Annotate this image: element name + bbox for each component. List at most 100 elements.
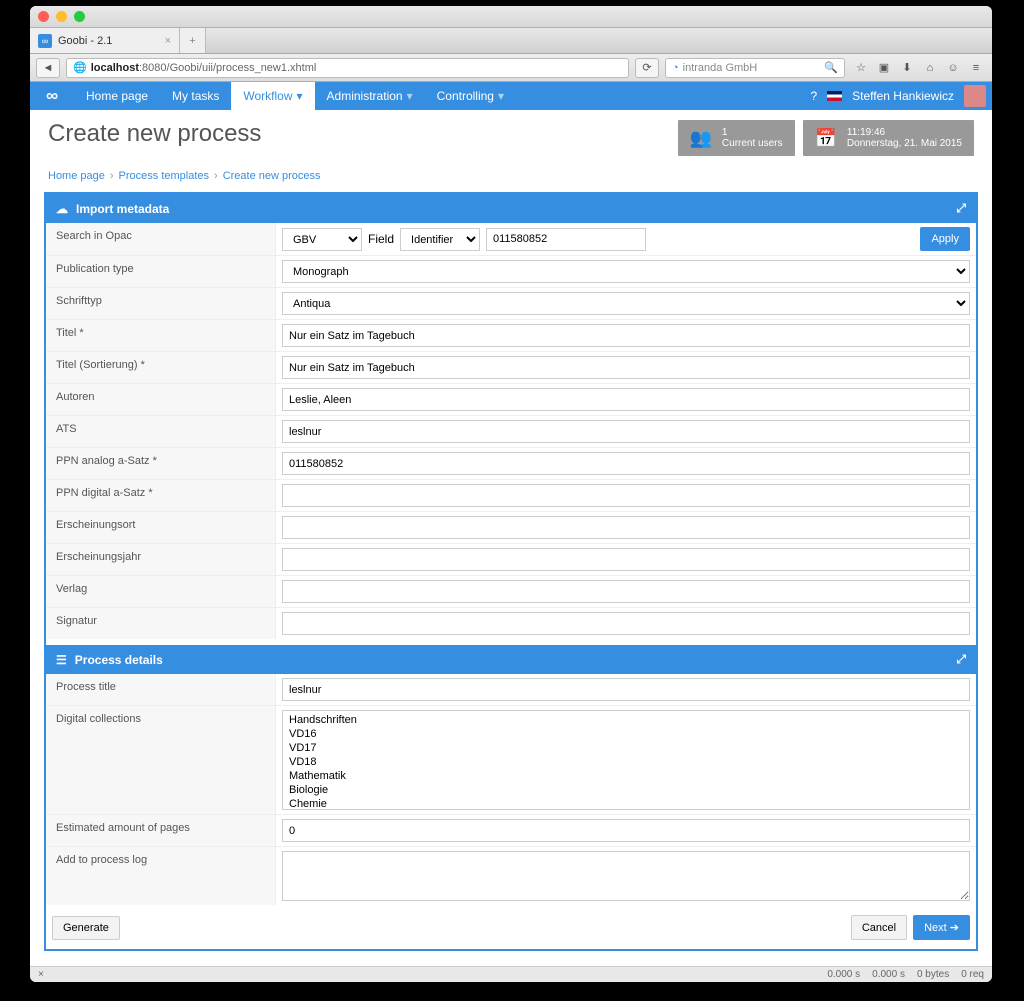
search-icon: 🔍	[824, 61, 838, 74]
datetime-box: 📅 11:19:46 Donnerstag, 21. Mai 2015	[803, 120, 975, 156]
process-panel-title: Process details	[75, 653, 163, 667]
label-ats: ATS	[46, 416, 276, 447]
tab-bar: ∞ Goobi - 2.1 × +	[30, 28, 992, 54]
chevron-down-icon: ▾	[498, 89, 504, 103]
field-select[interactable]: Identifier	[400, 228, 480, 251]
nav-workflow[interactable]: Workflow ▾	[231, 82, 314, 110]
ort-input[interactable]	[282, 516, 970, 539]
url-host: localhost	[91, 62, 139, 74]
cloud-icon: ☁	[56, 202, 68, 216]
help-icon[interactable]: ?	[810, 89, 817, 103]
pubtype-select[interactable]: Monograph	[282, 260, 970, 283]
label-titelsort: Titel (Sortierung) *	[46, 352, 276, 383]
collection-option[interactable]: Handschriften	[285, 713, 967, 727]
nav-admin[interactable]: Administration ▾	[315, 82, 425, 110]
nav-home[interactable]: Home page	[74, 82, 160, 110]
schrifttyp-select[interactable]: Antiqua	[282, 292, 970, 315]
label-jahr: Erscheinungsjahr	[46, 544, 276, 575]
home-icon[interactable]: ⌂	[920, 59, 940, 77]
generate-button[interactable]: Generate	[52, 916, 120, 940]
next-label: Next	[924, 922, 947, 934]
label-pages: Estimated amount of pages	[46, 815, 276, 846]
close-tab-icon[interactable]: ×	[165, 35, 171, 47]
browser-window: ∞ Goobi - 2.1 × + ◄ 🌐 localhost:8080/Goo…	[30, 6, 992, 982]
jahr-input[interactable]	[282, 548, 970, 571]
signatur-input[interactable]	[282, 612, 970, 635]
menu-icon[interactable]: ≡	[966, 59, 986, 77]
collection-option[interactable]: Chemie	[285, 797, 967, 810]
nav-mytasks[interactable]: My tasks	[160, 82, 231, 110]
collection-option[interactable]: Mathematik	[285, 769, 967, 783]
zoom-window-button[interactable]	[74, 11, 85, 22]
window-controls	[38, 11, 85, 22]
row-search-opac: Search in Opac GBV Field Identifier Appl…	[46, 223, 976, 256]
panel-wrapper: ☁ Import metadata ⤢ Search in Opac GBV F…	[44, 192, 978, 951]
label-pubtype: Publication type	[46, 256, 276, 287]
next-button[interactable]: Next ➔	[913, 915, 970, 940]
status-time2: 0.000 s	[872, 969, 905, 980]
nav-controlling[interactable]: Controlling ▾	[425, 82, 516, 110]
download-icon[interactable]: ⬇	[897, 59, 917, 77]
verlag-input[interactable]	[282, 580, 970, 603]
pages-input[interactable]	[282, 819, 970, 842]
titel-input[interactable]	[282, 324, 970, 347]
apply-button[interactable]: Apply	[920, 227, 970, 251]
page-content: ∞ Home page My tasks Workflow ▾ Administ…	[30, 82, 992, 966]
label-titel: Titel *	[46, 320, 276, 351]
status-req: 0 req	[961, 969, 984, 980]
expand-icon[interactable]: ⤢	[956, 652, 966, 667]
log-textarea[interactable]	[282, 851, 970, 901]
expand-icon[interactable]: ⤢	[956, 201, 966, 216]
autoren-input[interactable]	[282, 388, 970, 411]
label-log: Add to process log	[46, 847, 276, 905]
ats-input[interactable]	[282, 420, 970, 443]
ppn-digital-input[interactable]	[282, 484, 970, 507]
collection-option[interactable]: Biologie	[285, 783, 967, 797]
app-navbar: ∞ Home page My tasks Workflow ▾ Administ…	[30, 82, 992, 110]
breadcrumb-current[interactable]: Create new process	[223, 170, 321, 182]
new-tab-button[interactable]: +	[180, 28, 206, 53]
label-verlag: Verlag	[46, 576, 276, 607]
collection-option[interactable]: VD18	[285, 755, 967, 769]
nav-admin-label: Administration	[327, 89, 403, 103]
label-ppn-digital: PPN digital a-Satz *	[46, 480, 276, 511]
breadcrumb-templates[interactable]: Process templates	[119, 170, 209, 182]
reload-button[interactable]: ⟳	[635, 58, 659, 78]
label-collections: Digital collections	[46, 706, 276, 814]
pocket-icon[interactable]: ▣	[874, 59, 894, 77]
collections-select[interactable]: HandschriftenVD16VD17VD18MathematikBiolo…	[282, 710, 970, 810]
import-panel: ☁ Import metadata ⤢ Search in Opac GBV F…	[46, 194, 976, 639]
ppn-analog-input[interactable]	[282, 452, 970, 475]
browser-search-field[interactable]: ◔ intranda GmbH 🔍	[665, 58, 845, 78]
avatar[interactable]	[964, 85, 986, 107]
proctitle-input[interactable]	[282, 678, 970, 701]
calendar-icon: 📅	[815, 128, 837, 149]
list-icon: ☰	[56, 653, 67, 667]
footer-actions: Generate Cancel Next ➔	[46, 911, 976, 944]
flag-icon[interactable]	[827, 91, 842, 101]
status-close[interactable]: ×	[38, 969, 44, 980]
label-search-opac: Search in Opac	[46, 223, 276, 255]
process-panel: ☰ Process details ⤢ Process title Digita…	[46, 645, 976, 905]
titelsort-input[interactable]	[282, 356, 970, 379]
page-header: Create new process 👥 1 Current users 📅 1…	[30, 110, 992, 164]
face-icon[interactable]: ☺	[943, 59, 963, 77]
label-ort: Erscheinungsort	[46, 512, 276, 543]
username[interactable]: Steffen Hankiewicz	[852, 89, 954, 103]
search-placeholder: intranda GmbH	[683, 62, 758, 74]
app-logo-icon[interactable]: ∞	[30, 82, 74, 110]
cancel-button[interactable]: Cancel	[851, 915, 907, 940]
opac-select[interactable]: GBV	[282, 228, 362, 251]
url-field[interactable]: 🌐 localhost:8080/Goobi/uii/process_new1.…	[66, 58, 629, 78]
browser-tab[interactable]: ∞ Goobi - 2.1 ×	[30, 28, 180, 53]
collection-option[interactable]: VD16	[285, 727, 967, 741]
close-window-button[interactable]	[38, 11, 49, 22]
collection-option[interactable]: VD17	[285, 741, 967, 755]
star-icon[interactable]: ☆	[851, 59, 871, 77]
breadcrumb-home[interactable]: Home page	[48, 170, 105, 182]
back-button[interactable]: ◄	[36, 58, 60, 78]
globe-icon: 🌐	[73, 61, 87, 74]
opac-search-input[interactable]	[486, 228, 646, 251]
minimize-window-button[interactable]	[56, 11, 67, 22]
titlebar	[30, 6, 992, 28]
